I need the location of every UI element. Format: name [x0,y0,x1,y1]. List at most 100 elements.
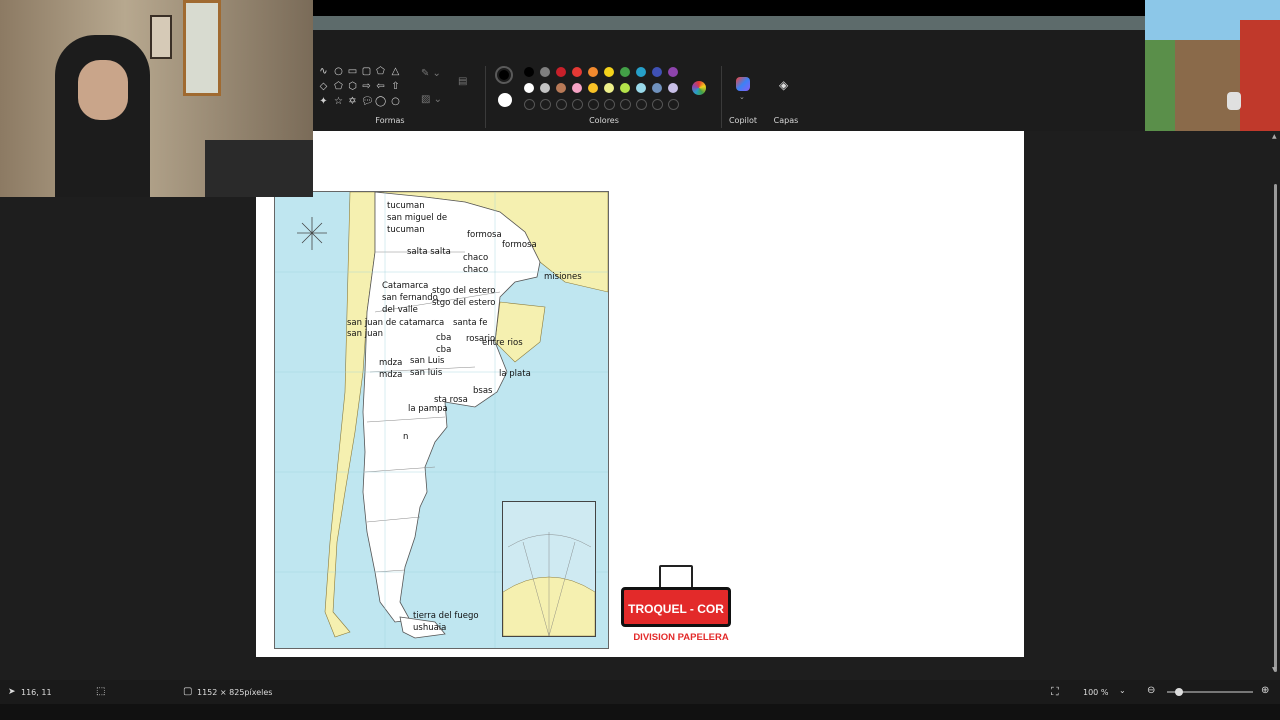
five-star-shape-icon[interactable]: ☆ [333,96,344,107]
scroll-up-arrow-icon[interactable]: ▲ [1272,133,1277,140]
oval-callout-shape-icon[interactable]: ◯ [375,96,386,107]
color-swatch[interactable] [556,67,566,77]
game-character [1227,92,1241,110]
color-swatch[interactable] [524,83,534,93]
webcam-microphone [205,140,313,197]
zoom-in-icon[interactable]: ⊕ [1261,685,1269,696]
color-swatch[interactable] [636,67,646,77]
color-picker-icon[interactable] [692,81,706,95]
map-label: ushuaia [413,623,447,633]
color-palette [524,67,694,110]
rounded-rect-shape-icon[interactable]: ▢ [361,66,372,77]
game-overlay [1145,0,1280,131]
canvas-dimensions: 1152 × 825píxeles [197,688,273,697]
map-label: mdza [379,370,403,380]
color-swatch[interactable] [620,67,630,77]
zoom-chevron-icon[interactable]: ⌄ [1119,686,1126,695]
color-swatch[interactable] [524,67,534,77]
ribbon-toolbar: ∿ ○ ▭ ▢ ⬠ △ ◇ ⬠ ⬡ ⇨ ⇦ ⇧ ✦ ☆ ✡ 💬︎ ◯ ○ ✎ ⌄… [313,30,1145,131]
zoom-slider-thumb[interactable] [1175,688,1183,696]
bottom-edge [0,704,1280,720]
up-arrow-shape-icon[interactable]: ⇧ [390,81,401,92]
custom-color-slot[interactable] [604,99,615,110]
color-swatch[interactable] [540,83,550,93]
color-swatch[interactable] [588,67,598,77]
custom-color-slot[interactable] [668,99,679,110]
cloud-callout-shape-icon[interactable]: ○ [390,96,401,107]
rectangle-shape-icon[interactable]: ▭ [347,66,358,77]
map-label: formosa [502,240,537,250]
secondary-color-button[interactable] [498,93,512,107]
inset-drawing [502,532,596,637]
vertical-scroll-thumb[interactable] [1274,184,1277,672]
vertical-scrollbar[interactable]: ▲ ▼ [1271,131,1280,676]
color-swatch[interactable] [604,83,614,93]
shape-extra-icon[interactable]: ▤ [458,76,472,90]
triangle-shape-icon[interactable]: △ [390,66,401,77]
polygon-shape-icon[interactable]: ⬠ [375,66,386,77]
webcam-mirror-image [183,0,221,96]
color-swatch[interactable] [572,83,582,93]
custom-color-slot[interactable] [540,99,551,110]
outline-dropdown[interactable]: ✎ ⌄ [421,68,443,82]
shapes-gallery[interactable]: ∿ ○ ▭ ▢ ⬠ △ ◇ ⬠ ⬡ ⇨ ⇦ ⇧ ✦ ☆ ✡ 💬︎ ◯ ○ [318,66,413,112]
color-swatch[interactable] [604,67,614,77]
custom-color-slot[interactable] [620,99,631,110]
left-arrow-shape-icon[interactable]: ⇦ [375,81,386,92]
callout-shape-icon[interactable]: 💬︎ [361,96,374,107]
map-label: la pampa [408,404,448,414]
color-swatch[interactable] [652,67,662,77]
color-swatch[interactable] [572,67,582,77]
custom-color-slot[interactable] [588,99,599,110]
pentagon-shape-icon[interactable]: ⬠ [333,81,344,92]
zoom-out-icon[interactable]: ⊖ [1147,685,1155,696]
webcam-overlay [0,0,313,197]
map-label: san juan [347,329,384,339]
shapes-group-label: Formas [375,116,405,125]
custom-color-slot[interactable] [636,99,647,110]
logo-brand-text: TROQUEL - COR [628,602,724,616]
color-swatch[interactable] [556,83,566,93]
canvas-size-icon: ▢ [183,686,193,697]
custom-color-slot[interactable] [572,99,583,110]
color-swatch[interactable] [668,83,678,93]
color-swatch[interactable] [668,67,678,77]
fill-dropdown[interactable]: ▨ ⌄ [421,94,443,108]
map-label: Catamarca [382,281,429,291]
four-star-shape-icon[interactable]: ✦ [318,96,329,107]
map-label: san fernando [382,293,438,303]
webcam-face [78,60,128,120]
zoom-level: 100 % [1083,688,1109,697]
scroll-down-arrow-icon[interactable]: ▼ [1272,666,1277,673]
argentina-map-image: tucuman san miguel de tucuman formosa fo… [274,191,609,649]
primary-color-button[interactable] [495,66,513,84]
antarctica-inset-map [502,501,596,637]
custom-color-slot[interactable] [556,99,567,110]
copilot-chevron-icon[interactable]: ⌄ [739,93,745,101]
layers-icon[interactable]: ◈ [779,78,793,92]
color-swatch[interactable] [620,83,630,93]
hexagon-shape-icon[interactable]: ⬡ [347,81,358,92]
oval-shape-icon[interactable]: ○ [333,66,344,77]
color-swatch[interactable] [540,67,550,77]
window-top-bar [313,0,1145,16]
color-swatch[interactable] [636,83,646,93]
map-label: n [403,432,409,442]
color-swatch[interactable] [588,83,598,93]
diamond-shape-icon[interactable]: ◇ [318,81,329,92]
color-swatch[interactable] [652,83,662,93]
copilot-icon[interactable] [736,77,750,91]
map-label: formosa [467,230,502,240]
curve-shape-icon[interactable]: ∿ [318,66,329,77]
fit-to-window-icon[interactable]: ⛶ [1051,685,1059,699]
six-star-shape-icon[interactable]: ✡ [347,96,358,107]
right-arrow-shape-icon[interactable]: ⇨ [361,81,372,92]
map-label: stgo del estero [432,298,496,308]
custom-color-slot[interactable] [524,99,535,110]
cursor-icon: ➤ [8,687,16,697]
webcam-frame-image [150,15,172,59]
map-label: cba [436,345,452,355]
map-label: san miguel de [387,213,448,223]
title-bar [313,16,1145,30]
custom-color-slot[interactable] [652,99,663,110]
